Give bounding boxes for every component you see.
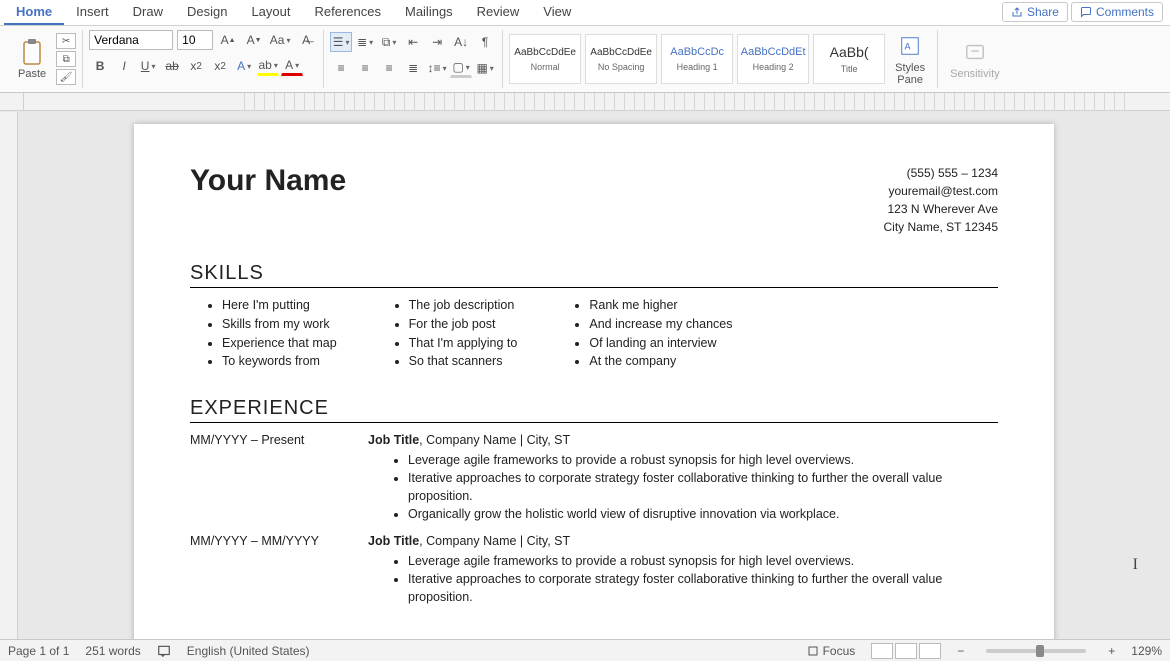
ruler-horizontal[interactable] bbox=[0, 93, 1170, 111]
font-name-select[interactable] bbox=[89, 30, 173, 50]
view-read-icon[interactable] bbox=[871, 643, 893, 659]
document-page[interactable]: Your Name (555) 555 – 1234 youremail@tes… bbox=[134, 124, 1054, 639]
align-right-button[interactable]: ≡ bbox=[378, 58, 400, 78]
shading-button[interactable]: ▢▾ bbox=[450, 58, 472, 78]
group-clipboard: Paste ✂ ⧉ 🖌 bbox=[6, 30, 83, 88]
align-left-button[interactable]: ≡ bbox=[330, 58, 352, 78]
align-center-button[interactable]: ≡ bbox=[354, 58, 376, 78]
styles-pane-button[interactable]: A Styles Pane bbox=[889, 30, 931, 88]
font-size-select[interactable] bbox=[177, 30, 213, 50]
zoom-in-button[interactable]: + bbox=[1108, 644, 1115, 658]
borders-button[interactable]: ▦▾ bbox=[474, 58, 496, 78]
section-experience-heading[interactable]: EXPERIENCE bbox=[190, 397, 998, 423]
increase-indent-button[interactable]: ⇥ bbox=[426, 32, 448, 52]
resume-contact[interactable]: (555) 555 – 1234 youremail@test.com 123 … bbox=[884, 164, 999, 236]
style-no-spacing[interactable]: AaBbCcDdEe No Spacing bbox=[585, 34, 657, 84]
style-normal[interactable]: AaBbCcDdEe Normal bbox=[509, 34, 581, 84]
style-heading2[interactable]: AaBbCcDdEt Heading 2 bbox=[737, 34, 809, 84]
skills-col-2: The job description For the job post Tha… bbox=[377, 296, 518, 371]
tab-layout[interactable]: Layout bbox=[239, 0, 302, 25]
workspace: Your Name (555) 555 – 1234 youremail@tes… bbox=[0, 112, 1170, 639]
text-cursor-icon: I bbox=[1133, 556, 1138, 574]
line-spacing-button[interactable]: ↕≡▾ bbox=[426, 58, 448, 78]
zoom-out-button[interactable]: − bbox=[957, 644, 964, 658]
ribbon: Paste ✂ ⧉ 🖌 A▲ A▼ Aa▾ A̶ B I U▾ ab x2 x2… bbox=[0, 26, 1170, 93]
document-canvas[interactable]: Your Name (555) 555 – 1234 youremail@tes… bbox=[18, 112, 1170, 639]
tab-home[interactable]: Home bbox=[4, 0, 64, 25]
status-bar: Page 1 of 1 251 words English (United St… bbox=[0, 639, 1170, 661]
sensitivity-button[interactable]: Sensitivity bbox=[944, 30, 1006, 88]
decrease-font-button[interactable]: A▼ bbox=[243, 30, 265, 50]
tab-references[interactable]: References bbox=[303, 0, 393, 25]
paste-label: Paste bbox=[18, 68, 46, 80]
status-language[interactable]: English (United States) bbox=[187, 644, 310, 658]
ruler-vertical[interactable] bbox=[0, 112, 18, 639]
status-spellcheck[interactable] bbox=[157, 644, 171, 658]
status-word-count[interactable]: 251 words bbox=[85, 644, 140, 658]
skills-columns[interactable]: Here I'm putting Skills from my work Exp… bbox=[190, 296, 998, 371]
group-sensitivity: Sensitivity bbox=[938, 30, 1012, 88]
zoom-slider[interactable] bbox=[986, 649, 1086, 653]
comments-label: Comments bbox=[1096, 5, 1154, 19]
decrease-indent-button[interactable]: ⇤ bbox=[402, 32, 424, 52]
underline-button[interactable]: U▾ bbox=[137, 56, 159, 76]
tab-insert[interactable]: Insert bbox=[64, 0, 121, 25]
tab-view[interactable]: View bbox=[531, 0, 583, 25]
svg-text:A: A bbox=[905, 42, 912, 52]
comments-button[interactable]: Comments bbox=[1071, 2, 1163, 22]
experience-entry-1[interactable]: MM/YYYY – Present Job Title, Company Nam… bbox=[190, 433, 998, 524]
share-button[interactable]: Share bbox=[1002, 2, 1068, 22]
highlight-button[interactable]: ab▾ bbox=[257, 56, 279, 76]
sensitivity-icon bbox=[961, 38, 989, 66]
style-title[interactable]: AaBb( Title bbox=[813, 34, 885, 84]
bullets-button[interactable]: ☰▾ bbox=[330, 32, 352, 52]
section-skills-heading[interactable]: SKILLS bbox=[190, 262, 998, 288]
skills-col-1: Here I'm putting Skills from my work Exp… bbox=[190, 296, 337, 371]
menu-tabs: Home Insert Draw Design Layout Reference… bbox=[0, 0, 1170, 26]
view-print-icon[interactable] bbox=[895, 643, 917, 659]
zoom-level[interactable]: 129% bbox=[1131, 644, 1162, 658]
tab-review[interactable]: Review bbox=[465, 0, 532, 25]
tab-draw[interactable]: Draw bbox=[121, 0, 175, 25]
group-font: A▲ A▼ Aa▾ A̶ B I U▾ ab x2 x2 A▾ ab▾ A▾ bbox=[83, 30, 324, 88]
change-case-button[interactable]: Aa▾ bbox=[269, 30, 291, 50]
font-color-button[interactable]: A▾ bbox=[281, 56, 303, 76]
increase-font-button[interactable]: A▲ bbox=[217, 30, 239, 50]
subscript-button[interactable]: x2 bbox=[185, 56, 207, 76]
justify-button[interactable]: ≣ bbox=[402, 58, 424, 78]
format-painter-button[interactable]: 🖌 bbox=[56, 69, 76, 85]
paste-button[interactable]: Paste bbox=[12, 30, 52, 88]
copy-button[interactable]: ⧉ bbox=[56, 51, 76, 67]
multilevel-list-button[interactable]: ⧉▾ bbox=[378, 32, 400, 52]
focus-mode-button[interactable]: Focus bbox=[807, 644, 856, 658]
clipboard-icon bbox=[18, 38, 46, 66]
status-page[interactable]: Page 1 of 1 bbox=[8, 644, 69, 658]
view-web-icon[interactable] bbox=[919, 643, 941, 659]
superscript-button[interactable]: x2 bbox=[209, 56, 231, 76]
share-label: Share bbox=[1027, 5, 1059, 19]
style-heading1[interactable]: AaBbCcDc Heading 1 bbox=[661, 34, 733, 84]
strikethrough-button[interactable]: ab bbox=[161, 56, 183, 76]
view-mode-icons bbox=[871, 643, 941, 659]
experience-entry-2[interactable]: MM/YYYY – MM/YYYY Job Title, Company Nam… bbox=[190, 534, 998, 606]
bold-button[interactable]: B bbox=[89, 56, 111, 76]
italic-button[interactable]: I bbox=[113, 56, 135, 76]
group-paragraph: ☰▾ ≣▾ ⧉▾ ⇤ ⇥ A↓ ¶ ≡ ≡ ≡ ≣ ↕≡▾ ▢▾ ▦▾ bbox=[324, 30, 503, 88]
styles-pane-icon: A bbox=[896, 32, 924, 60]
tab-mailings[interactable]: Mailings bbox=[393, 0, 465, 25]
sort-button[interactable]: A↓ bbox=[450, 32, 472, 52]
tab-design[interactable]: Design bbox=[175, 0, 239, 25]
resume-name[interactable]: Your Name bbox=[190, 164, 346, 198]
text-effects-button[interactable]: A▾ bbox=[233, 56, 255, 76]
cut-button[interactable]: ✂ bbox=[56, 33, 76, 49]
show-marks-button[interactable]: ¶ bbox=[474, 32, 496, 52]
clear-formatting-button[interactable]: A̶ bbox=[295, 30, 317, 50]
skills-col-3: Rank me higher And increase my chances O… bbox=[557, 296, 732, 371]
group-styles: AaBbCcDdEe Normal AaBbCcDdEe No Spacing … bbox=[503, 30, 938, 88]
numbering-button[interactable]: ≣▾ bbox=[354, 32, 376, 52]
